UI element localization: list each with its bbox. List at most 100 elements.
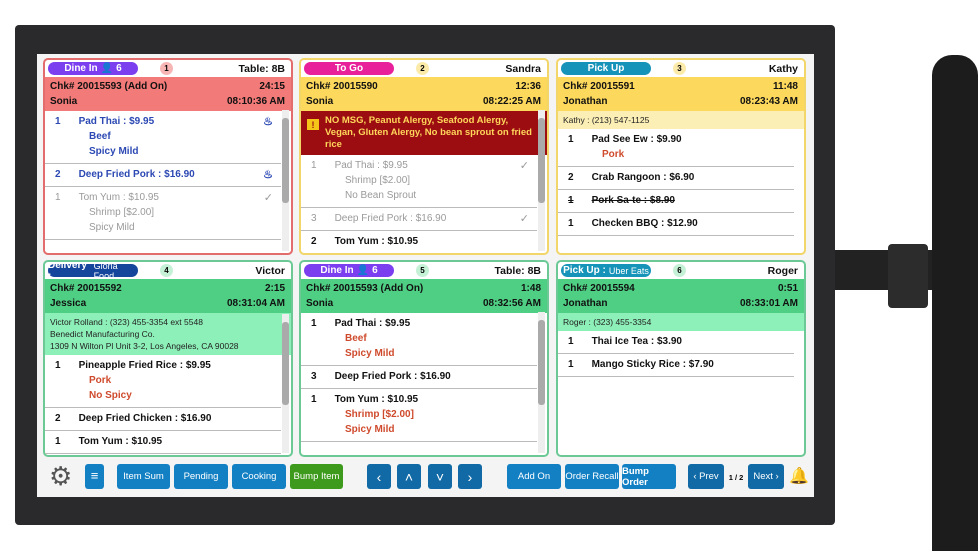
order-item[interactable]: 1 Pineapple Fried Rice : $9.95 Pork No Spic… [45, 355, 281, 408]
order-item[interactable]: 2 Crab Rangoon : $6.90 [558, 167, 794, 190]
order-item[interactable]: 1 Tom Yum : $10.95 Shrimp [$2.00] Spicy Mil… [301, 389, 537, 442]
elapsed-timer: 0:51 [777, 283, 798, 294]
item-sum-button[interactable]: Item Sum [117, 464, 170, 489]
item-name: Pad Thai : $9.95 [334, 318, 411, 329]
table-or-customer: Table: 8B [494, 264, 541, 277]
pending-button[interactable]: Pending [174, 464, 228, 489]
customer-info: Victor Rolland : (323) 455-3354 ext 5548… [45, 313, 291, 355]
check-icon: ✓ [519, 160, 529, 172]
order-type-pill: Pick Up [561, 62, 651, 75]
item-qty: 3 [311, 213, 317, 224]
item-modifier: Shrimp [$2.00] [89, 207, 155, 218]
bump-order-button[interactable]: Bump Order [622, 464, 676, 489]
item-qty: 1 [311, 394, 317, 405]
order-type-pill: Dine In 👤 6 [48, 62, 138, 75]
add-on-button[interactable]: Add On [507, 464, 561, 489]
scrollbar[interactable] [538, 110, 545, 251]
order-number-badge: 4 [160, 264, 173, 277]
monitor-bracket [888, 244, 928, 308]
order-type-pill: Delivery : Gloria Food [48, 262, 138, 282]
order-item[interactable]: 1 Tom Yum : $10.95 [45, 431, 281, 454]
scrollbar[interactable] [282, 314, 289, 453]
server-name: Sonia [50, 96, 78, 107]
order-time: 08:32:56 AM [483, 298, 541, 309]
order-card[interactable]: Dine In 👤 6 5 Table: 8B Chk# 20015593 (Add … [299, 260, 549, 457]
order-item[interactable]: 2 Deep Fried Pork : $16.90 ♨ [45, 164, 281, 187]
order-item[interactable]: 1 Mango Sticky Rice : $7.90 [558, 354, 794, 377]
scrollbar[interactable] [282, 110, 289, 251]
order-number-badge: 6 [673, 264, 686, 277]
nav-down-button[interactable]: ˅ [428, 464, 452, 489]
order-tag-row: Dine In 👤 6 1 Table: 8B [45, 60, 291, 77]
nav-up-button[interactable]: ˄ [397, 464, 421, 489]
order-item[interactable]: 1 Tom Yum : $10.95 Shrimp [$2.00] Spicy Mil… [45, 187, 281, 240]
order-type-pill: To Go [304, 62, 394, 75]
order-item[interactable]: 2 Deep Fried Chicken : $16.90 [45, 408, 281, 431]
order-tag-row: Delivery : Gloria Food 4 Victor [45, 262, 291, 282]
item-modifier: Shrimp [$2.00] [345, 409, 414, 420]
order-item[interactable]: 2 Tom Yum : $10.95 [301, 231, 537, 253]
item-name: Deep Fried Chicken : $16.90 [78, 413, 212, 424]
order-number-badge: 2 [416, 62, 429, 75]
order-item[interactable]: 1 Checken BBQ : $12.90 [558, 213, 794, 236]
warning-icon: ! [307, 119, 319, 130]
order-item[interactable]: 1 Thai Ice Tea : $3.90 [558, 331, 794, 354]
alarm-bell-icon[interactable]: 🔔 [789, 466, 809, 486]
order-card[interactable]: Pick Up 3 Kathy Chk# 20015591 11:48 Jonath… [556, 58, 806, 255]
order-card[interactable]: To Go 2 Sandra Chk# 20015590 12:36 Sonia 08… [299, 58, 549, 255]
check-number: Chk# 20015590 [306, 81, 378, 92]
table-or-customer: Roger [767, 264, 798, 277]
nav-left-button[interactable]: ‹ [367, 464, 391, 489]
nav-right-button[interactable]: › [458, 464, 482, 489]
page-indicator: 1 / 2 [728, 473, 744, 482]
item-name: Deep Fried Pork : $16.90 [334, 213, 447, 224]
check-icon: ✓ [263, 192, 273, 204]
toolbar: ⚙ ≡ Item Sum Pending Cooking Bump Item ‹… [37, 459, 814, 495]
item-name: Pad Thai : $9.95 [78, 116, 155, 127]
customer-info-line: Benedict Manufacturing Co. [50, 329, 155, 339]
item-name: Deep Fried Pork : $16.90 [78, 169, 195, 180]
order-header: Chk# 20015593 (Add On) 1:48 Sonia 08:32:56… [301, 279, 547, 313]
kitchen-display-screen: Dine In 👤 6 1 Table: 8B Chk# 20015593 (Add … [37, 54, 814, 497]
order-item[interactable]: 3 Deep Fried Pork : $16.90 [301, 366, 537, 389]
order-card[interactable]: Dine In 👤 6 1 Table: 8B Chk# 20015593 (Add … [43, 58, 293, 255]
check-number: Chk# 20015594 [563, 283, 635, 294]
item-modifier: Spicy Mild [89, 222, 135, 233]
item-qty: 2 [55, 169, 61, 180]
cooking-button[interactable]: Cooking [232, 464, 286, 489]
item-name: Tom Yum : $10.95 [78, 192, 159, 203]
order-tag-row: To Go 2 Sandra [301, 60, 547, 77]
scrollbar[interactable] [538, 312, 545, 453]
item-qty: 1 [568, 359, 574, 370]
item-name: Pad Thai : $9.95 [334, 160, 408, 171]
order-item[interactable]: 1 Pad Thai : $9.95 Shrimp [$2.00] No Bean S… [301, 155, 537, 208]
cooking-icon: ♨ [263, 169, 273, 181]
order-source: Gloria Food [93, 260, 118, 281]
settings-gear-icon[interactable]: ⚙ [49, 463, 72, 489]
bump-item-button[interactable]: Bump Item [290, 464, 343, 489]
order-card[interactable]: Pick Up : Uber Eats 6 Roger Chk# 20015594 0… [556, 260, 806, 457]
item-modifier: No Bean Sprout [345, 190, 417, 201]
item-qty: 1 [55, 116, 61, 127]
item-name: Pad See Ew : $9.90 [591, 134, 682, 145]
order-item[interactable]: 3 Deep Fried Pork : $16.90 ✓ [301, 208, 537, 231]
order-type: Pick Up [587, 63, 625, 74]
order-type: Pick Up : [563, 265, 606, 276]
order-source: Uber Eats [608, 265, 649, 276]
order-item[interactable]: 1 Pad Thai : $9.95 Beef Spicy Mild [301, 313, 537, 366]
clipboard-icon[interactable]: ≡ [85, 464, 104, 489]
next-button[interactable]: Next › [748, 464, 784, 489]
order-number-badge: 3 [673, 62, 686, 75]
order-item[interactable]: 1 Pad See Ew : $9.90 Pork [558, 129, 794, 167]
order-type: Dine In [320, 265, 354, 276]
allergy-alert: ! NO MSG, Peanut Alergy, Seafood Alergy, … [301, 111, 547, 155]
order-type: To Go [334, 63, 364, 74]
prev-button[interactable]: ‹ Prev [688, 464, 724, 489]
order-item[interactable]: 1 Pad Thai : $9.95 Beef Spicy Mild ♨ [45, 111, 281, 164]
item-modifier: No Spicy [89, 390, 132, 401]
order-item[interactable]: 1 Pork Sa-te : $8.90 [558, 190, 794, 213]
order-card[interactable]: Delivery : Gloria Food 4 Victor Chk# 20015… [43, 260, 293, 457]
guest-count: 6 [116, 63, 122, 74]
order-recall-button[interactable]: Order Recall [565, 464, 619, 489]
server-name: Jessica [50, 298, 87, 309]
